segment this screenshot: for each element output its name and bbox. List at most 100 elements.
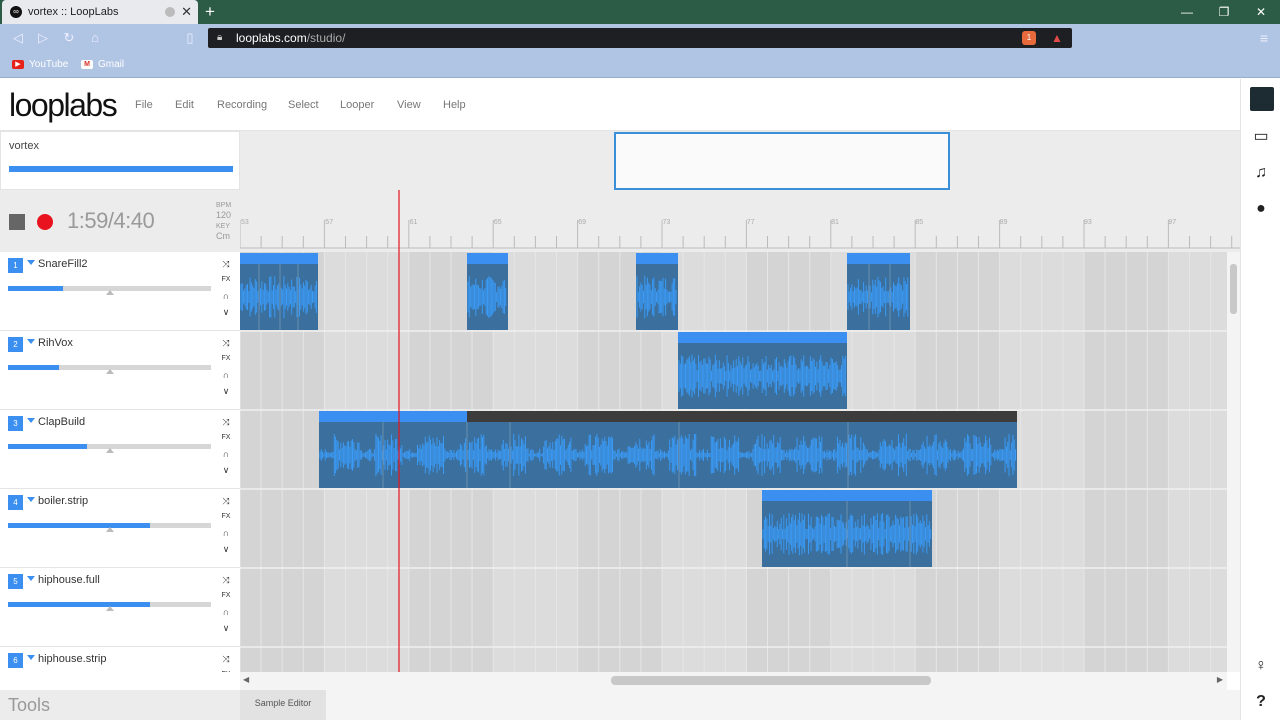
- menu-select[interactable]: Select: [288, 99, 319, 111]
- track-name[interactable]: RihVox: [38, 337, 73, 349]
- track-name[interactable]: boiler.strip: [38, 495, 88, 507]
- vertical-scroll-thumb[interactable]: [1230, 264, 1237, 314]
- restore-icon[interactable]: ❐: [1207, 3, 1241, 21]
- minimize-icon[interactable]: —: [1170, 3, 1204, 21]
- automation-icon[interactable]: ∨: [219, 462, 233, 478]
- bookmark-youtube[interactable]: ▶ YouTube: [12, 59, 68, 70]
- menu-view[interactable]: View: [397, 99, 421, 111]
- browser-tab[interactable]: ∞ vortex :: LoopLabs ✕: [2, 0, 198, 24]
- menu-looper[interactable]: Looper: [340, 99, 374, 111]
- home-icon[interactable]: ⌂: [87, 30, 103, 45]
- headphones-icon[interactable]: ∩: [219, 446, 233, 462]
- overview-viewport[interactable]: [614, 132, 950, 190]
- headphones-icon[interactable]: ∩: [219, 604, 233, 620]
- back-icon[interactable]: ◁: [10, 30, 26, 46]
- fx-button[interactable]: FX: [219, 430, 233, 446]
- track-number[interactable]: 3: [8, 416, 23, 431]
- shuffle-icon[interactable]: ⤨: [219, 414, 233, 430]
- track-pan-handle[interactable]: [106, 369, 114, 374]
- audio-clip[interactable]: [240, 253, 318, 330]
- vertical-scrollbar[interactable]: [1227, 252, 1240, 672]
- audio-clip[interactable]: [319, 411, 1017, 488]
- fx-button[interactable]: FX: [219, 509, 233, 525]
- scroll-right-icon[interactable]: ▶: [1217, 675, 1223, 684]
- track-row[interactable]: 1 SnareFill2 ⤨ FX ∩ ∨: [0, 252, 240, 331]
- arrangement-timeline[interactable]: [240, 252, 1227, 672]
- horizontal-scrollbar[interactable]: ◀ ▶: [240, 672, 1227, 690]
- arrangement-overview[interactable]: [240, 131, 1240, 190]
- audio-clip[interactable]: [467, 253, 508, 330]
- menu-recording[interactable]: Recording: [217, 99, 267, 111]
- track-dropdown-icon[interactable]: [27, 418, 35, 423]
- headphones-icon[interactable]: ∩: [219, 288, 233, 304]
- automation-icon[interactable]: ∨: [219, 620, 233, 636]
- address-bar[interactable]: 🔒︎ looplabs.com/studio/: [208, 28, 1072, 48]
- help-icon[interactable]: ?: [1241, 693, 1280, 711]
- track-dropdown-icon[interactable]: [27, 576, 35, 581]
- shuffle-icon[interactable]: ⤨: [219, 493, 233, 509]
- music-note-icon[interactable]: ♫: [1241, 164, 1280, 182]
- track-pan-handle[interactable]: [106, 290, 114, 295]
- automation-icon[interactable]: ∨: [219, 383, 233, 399]
- storage-icon[interactable]: ▭: [1241, 126, 1280, 146]
- record-button[interactable]: [37, 214, 53, 230]
- menu-file[interactable]: File: [135, 99, 153, 111]
- window-close-icon[interactable]: ✕: [1244, 3, 1278, 21]
- track-row[interactable]: 6 hiphouse.strip ⤨FX∩∨: [0, 647, 240, 672]
- brave-rewards-icon[interactable]: ▲: [1050, 31, 1064, 45]
- track-name[interactable]: ClapBuild: [38, 416, 85, 428]
- brave-shield-icon[interactable]: 1: [1022, 31, 1036, 45]
- tab-close-icon[interactable]: ✕: [181, 4, 192, 20]
- headphones-icon[interactable]: ∩: [219, 367, 233, 383]
- fx-button[interactable]: FX: [219, 272, 233, 288]
- fx-button[interactable]: FX: [219, 667, 233, 672]
- track-dropdown-icon[interactable]: [27, 260, 35, 265]
- lightbulb-icon[interactable]: ♀: [1241, 657, 1280, 675]
- track-number[interactable]: 6: [8, 653, 23, 668]
- automation-icon[interactable]: ∨: [219, 541, 233, 557]
- track-dropdown-icon[interactable]: [27, 497, 35, 502]
- browser-menu-icon[interactable]: ≡: [1260, 30, 1268, 46]
- chat-icon[interactable]: ●: [1241, 200, 1280, 218]
- new-tab-button[interactable]: +: [202, 2, 218, 22]
- shuffle-icon[interactable]: ⤨: [219, 651, 233, 667]
- project-name-panel[interactable]: vortex: [0, 131, 240, 190]
- track-pan-handle[interactable]: [106, 448, 114, 453]
- track-number[interactable]: 4: [8, 495, 23, 510]
- timeline-ruler[interactable]: 53 57 61 65 69 73 77 81 85 89 93 97: [240, 190, 1240, 252]
- track-row[interactable]: 2 RihVox ⤨ FX ∩ ∨: [0, 331, 240, 410]
- fx-button[interactable]: FX: [219, 588, 233, 604]
- track-name[interactable]: hiphouse.full: [38, 574, 100, 586]
- headphones-icon[interactable]: ∩: [219, 525, 233, 541]
- shuffle-icon[interactable]: ⤨: [219, 572, 233, 588]
- tab-audio-icon[interactable]: [165, 7, 176, 17]
- audio-clip[interactable]: [762, 490, 932, 567]
- audio-clip[interactable]: [636, 253, 678, 330]
- shuffle-icon[interactable]: ⤨: [219, 335, 233, 351]
- menu-edit[interactable]: Edit: [175, 99, 194, 111]
- track-number[interactable]: 1: [8, 258, 23, 273]
- audio-clip[interactable]: [678, 332, 847, 409]
- bookmark-icon[interactable]: ▯: [182, 30, 198, 46]
- track-name[interactable]: hiphouse.strip: [38, 653, 107, 665]
- scroll-left-icon[interactable]: ◀: [243, 675, 249, 684]
- track-dropdown-icon[interactable]: [27, 655, 35, 660]
- menu-help[interactable]: Help: [443, 99, 466, 111]
- bpm-value[interactable]: 120: [216, 210, 231, 220]
- looplabs-logo[interactable]: looplabs: [9, 87, 118, 124]
- forward-icon[interactable]: ▷: [35, 30, 51, 46]
- track-dropdown-icon[interactable]: [27, 339, 35, 344]
- bookmark-gmail[interactable]: M Gmail: [81, 59, 124, 70]
- tools-panel[interactable]: Tools: [0, 690, 240, 720]
- avatar[interactable]: [1250, 87, 1274, 111]
- stop-button[interactable]: [9, 214, 25, 230]
- track-number[interactable]: 2: [8, 337, 23, 352]
- horizontal-scroll-thumb[interactable]: [611, 676, 931, 685]
- shuffle-icon[interactable]: ⤨: [219, 256, 233, 272]
- audio-clip[interactable]: [847, 253, 910, 330]
- track-row[interactable]: 5 hiphouse.full ⤨ FX ∩ ∨: [0, 568, 240, 647]
- tab-sample-editor[interactable]: Sample Editor: [240, 690, 326, 720]
- automation-icon[interactable]: ∨: [219, 304, 233, 320]
- track-pan-handle[interactable]: [106, 527, 114, 532]
- track-name[interactable]: SnareFill2: [38, 258, 88, 270]
